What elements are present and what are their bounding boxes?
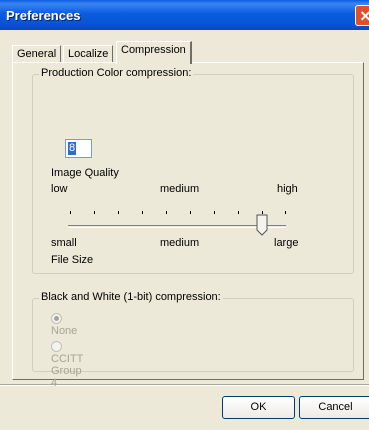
image-quality-label: Image Quality (51, 167, 119, 179)
quality-high-label: high (277, 183, 298, 195)
radio-ccitt-indicator (51, 341, 62, 352)
radio-none-label: None (51, 325, 78, 337)
tab-compression[interactable]: Compression (116, 41, 192, 64)
size-small-label: small (51, 237, 77, 249)
quality-low-label: low (51, 183, 68, 195)
slider-tick (238, 211, 239, 214)
slider-tick (214, 211, 215, 214)
slider-tick (190, 211, 191, 214)
slider-thumb[interactable] (256, 214, 268, 236)
image-quality-input[interactable]: 8 (65, 139, 92, 158)
title-bar[interactable]: Preferences ✕ (0, 0, 369, 30)
radio-ccitt-group-4[interactable]: CCITT Group 4 (51, 341, 83, 389)
slider-tick (285, 211, 286, 214)
tab-general[interactable]: General (12, 45, 62, 63)
radio-none[interactable]: None (51, 313, 77, 337)
slider-tick (118, 211, 119, 214)
production-color-legend: Production Color compression: (39, 67, 194, 79)
slider-tick (94, 211, 95, 214)
bw-compression-legend: Black and White (1-bit) compression: (39, 291, 223, 303)
size-medium-label: medium (160, 237, 200, 249)
size-large-label: large (274, 237, 299, 249)
preferences-dialog: Preferences ✕ General Localize Compressi… (0, 0, 369, 430)
image-quality-value: 8 (68, 142, 77, 155)
slider-tick (142, 211, 143, 214)
slider-track[interactable] (68, 225, 286, 228)
cancel-button[interactable]: Cancel (299, 396, 369, 419)
quality-medium-label: medium (160, 183, 200, 195)
ok-button[interactable]: OK (222, 396, 295, 419)
close-button[interactable]: ✕ (355, 5, 369, 26)
slider-tick (70, 211, 71, 214)
radio-none-indicator (51, 313, 62, 324)
tab-localize[interactable]: Localize (63, 45, 114, 63)
radio-ccitt-label: CCITT Group 4 (51, 353, 84, 389)
slider-tick (166, 211, 167, 214)
file-size-label: File Size (51, 254, 94, 266)
window-title: Preferences (6, 8, 81, 23)
